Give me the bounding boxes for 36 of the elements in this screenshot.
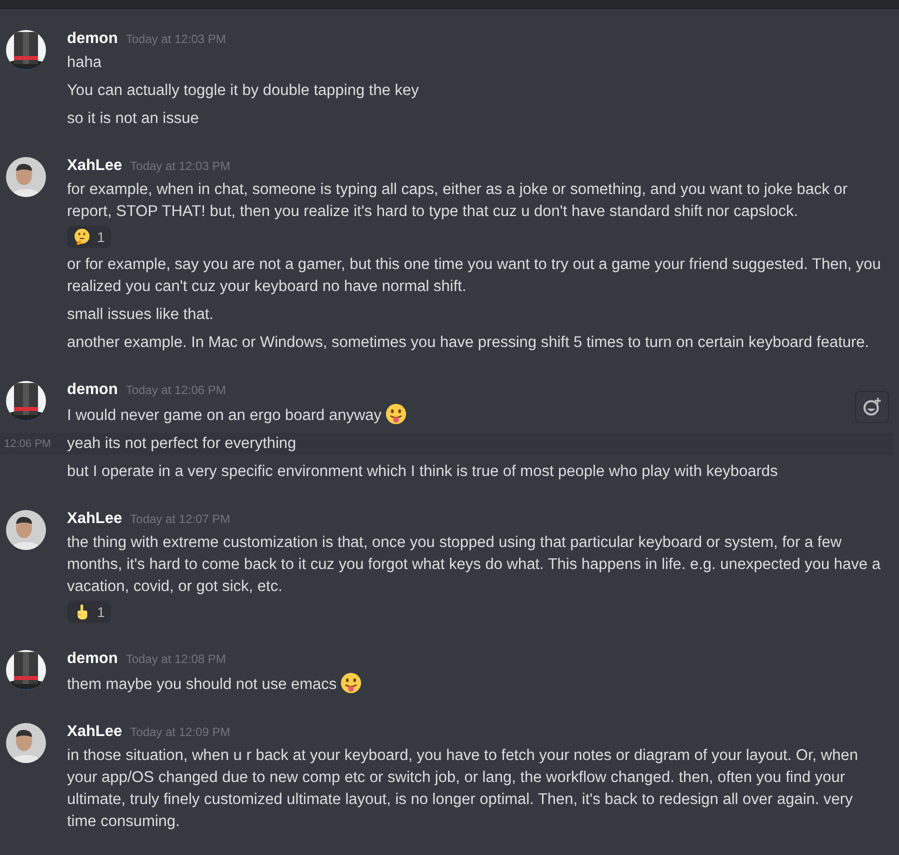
username[interactable]: XahLee	[67, 723, 122, 741]
message-text: yeah its not perfect for everything	[67, 434, 298, 454]
add-reaction-icon	[862, 397, 882, 417]
reaction-button[interactable]: 1	[67, 226, 111, 248]
person-avatar[interactable]	[6, 157, 46, 197]
timestamp: Today at 12:03 PM	[126, 32, 226, 46]
timestamp: Today at 12:07 PM	[130, 512, 230, 526]
timestamp: Today at 12:03 PM	[130, 159, 230, 173]
message-text: in those situation, when u r back at your keyboard, you have to fetch your notes or diagram of your layout. Or, when your app/OS changed due to new comp etc or switch job, or lang, the workflow changed. then, often you find your ultimate, truly finely customized ultimate layout, is no longer optimal. Then, it's back to redesign all over again. very time consuming.	[67, 746, 859, 832]
timestamp: Today at 12:06 PM	[126, 383, 226, 397]
thinking-face-emoji-icon	[73, 228, 91, 246]
message-text: so it is not an issue	[67, 109, 200, 129]
reaction-button[interactable]: 1	[67, 601, 111, 623]
username[interactable]: XahLee	[67, 510, 122, 528]
timestamp: Today at 12:09 PM	[130, 725, 230, 739]
timestamp: Today at 12:08 PM	[126, 652, 226, 666]
message-text: You can actually toggle it by double tapping the key	[67, 81, 420, 101]
add-reaction-button[interactable]	[855, 391, 889, 423]
person-avatar[interactable]	[6, 510, 46, 550]
message-text: them maybe you should not use emacs	[67, 672, 885, 696]
username[interactable]: demon	[67, 650, 118, 668]
username[interactable]: demon	[67, 381, 118, 399]
person-avatar[interactable]	[6, 723, 46, 763]
message-text: small issues like that.	[67, 305, 214, 325]
top-hat-avatar[interactable]	[6, 30, 46, 70]
message-text: the thing with extreme customization is that, once you stopped using that particular keyboard or system, for a few months, it's hard to come back to it cuz you forgot what keys do what. This happens in life. e.g. unexpected you have a vacation, covid, or got sick, etc.	[67, 533, 882, 597]
message-text: haha	[67, 53, 102, 73]
message-text: for example, when in chat, someone is typing all caps, either as a joke or something, and you want to joke back or report, STOP THAT! but, then you realize it's hard to type that cuz u don't have standard shift nor capslock.	[67, 180, 849, 222]
username[interactable]: demon	[67, 30, 118, 48]
top-hat-avatar[interactable]	[6, 381, 46, 421]
username[interactable]: XahLee	[67, 157, 122, 175]
hover-timestamp: 12:06 PM	[4, 438, 52, 450]
message-text: or for example, say you are not a gamer, but this one time you want to try out a game your friend suggested. Then, you realized you can't cuz your keyboard no have normal shift.	[67, 255, 882, 297]
message-text: another example. In Mac or Windows, sometimes you have pressing shift 5 times to turn on certain keyboard feature.	[67, 333, 870, 353]
top-hat-avatar[interactable]	[6, 650, 46, 690]
message-text: but I operate in a very specific environment which I think is true of most people who play with keyboards	[67, 462, 779, 482]
